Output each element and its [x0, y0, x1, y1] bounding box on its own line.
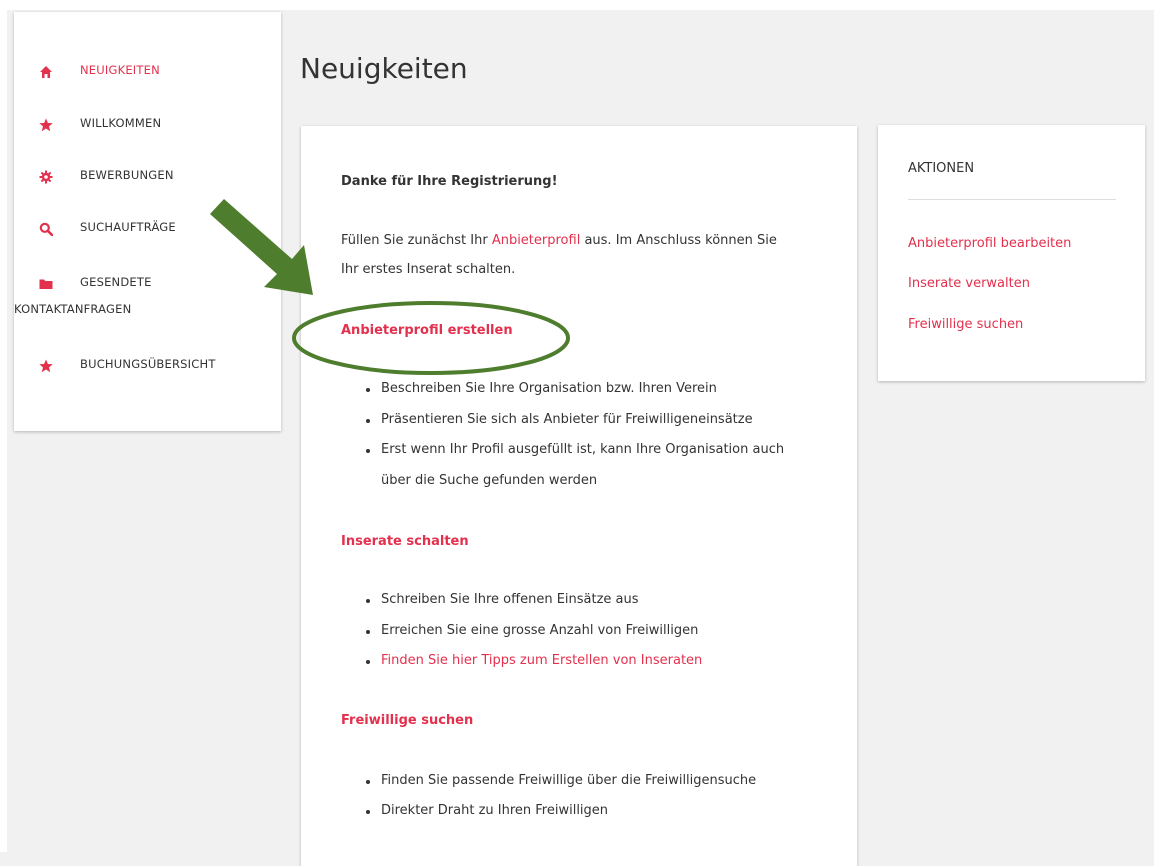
- intro-text-line2: Ihr erstes Inserat schalten.: [341, 262, 516, 277]
- home-icon: [39, 62, 53, 78]
- list-item: Direkter Draht zu Ihren Freiwilligen: [365, 803, 609, 818]
- actions-card: AKTIONEN Anbieterprofil bearbeiten Inser…: [878, 125, 1145, 381]
- search-icon: [39, 219, 54, 237]
- star-icon: [39, 356, 53, 373]
- sidebar-item-label: WILLKOMMEN: [80, 116, 162, 130]
- sidebar-item-label: NEUIGKEITEN: [80, 63, 160, 77]
- folder-icon: [39, 274, 53, 289]
- tipps-link[interactable]: Finden Sie hier Tipps zum Erstellen von …: [381, 653, 702, 668]
- search-volunteers-link[interactable]: Freiwillige suchen: [908, 317, 1023, 332]
- sidebar-item-label: BEWERBUNGEN: [80, 168, 174, 182]
- divider: [908, 199, 1116, 200]
- list-item: Beschreiben Sie Ihre Organisation bzw. I…: [366, 381, 717, 396]
- sidebar-item-label: BUCHUNGSÜBERSICHT: [80, 357, 216, 371]
- actions-title: AKTIONEN: [908, 161, 975, 176]
- section-title-inserate[interactable]: Inserate schalten: [341, 534, 469, 549]
- list-item: Erreichen Sie eine grosse Anzahl von Fre…: [365, 623, 699, 638]
- top-strip: [0, 0, 1154, 10]
- manage-ads-link[interactable]: Inserate verwalten: [908, 276, 1030, 291]
- intro-text-start: Füllen Sie zunächst Ihr: [341, 233, 492, 248]
- annotation-arrow: [210, 199, 313, 295]
- gear-icon: [39, 167, 53, 184]
- left-strip: [0, 0, 7, 852]
- star-icon: [39, 115, 53, 132]
- sidebar-item-label-line2: KONTAKTANFRAGEN: [14, 302, 132, 316]
- sidebar-item-label: SUCHAUFTRÄGE: [80, 220, 176, 234]
- list-item: Präsentieren Sie sich als Anbieter für F…: [366, 412, 753, 427]
- list-item: Erst wenn Ihr Profil ausgefüllt ist, kan…: [365, 442, 785, 457]
- list-item: Finden Sie hier Tipps zum Erstellen von …: [365, 653, 702, 668]
- list-item: Schreiben Sie Ihre offenen Einsätze aus: [366, 592, 639, 607]
- section-title-freiwillige[interactable]: Freiwillige suchen: [341, 713, 473, 728]
- list-item: Finden Sie passende Freiwillige über die…: [365, 773, 757, 788]
- anbieterprofil-link[interactable]: Anbieterprofil: [492, 233, 581, 248]
- intro-text: Füllen Sie zunächst Ihr Anbieterprofil a…: [341, 233, 777, 248]
- news-card: Danke für Ihre Registrierung! Füllen Sie…: [301, 126, 857, 866]
- list-item-continuation: über die Suche gefunden werden: [381, 473, 598, 488]
- sidebar-item-label: GESENDETE: [80, 275, 152, 289]
- edit-profile-link[interactable]: Anbieterprofil bearbeiten: [908, 236, 1071, 251]
- card-heading: Danke für Ihre Registrierung!: [341, 174, 558, 189]
- page-title: Neuigkeiten: [300, 52, 468, 85]
- intro-text-end: aus. Im Anschluss können Sie: [580, 233, 777, 248]
- annotation-ellipse: [292, 301, 570, 375]
